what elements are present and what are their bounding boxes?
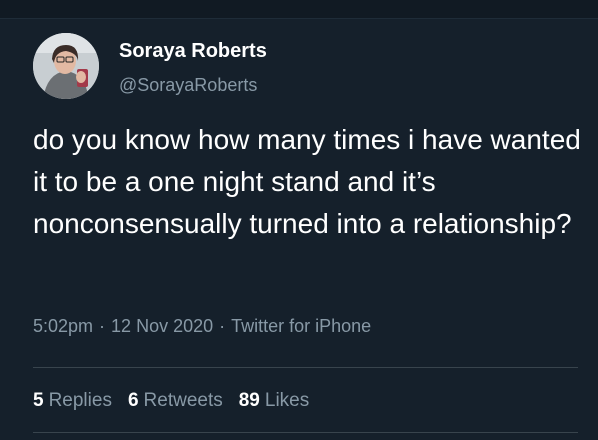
retweets-label: Retweets: [143, 390, 223, 411]
tweet-time[interactable]: 5:02pm: [33, 316, 93, 336]
retweets-count: 6: [127, 390, 139, 411]
replies-label: Replies: [48, 390, 112, 411]
tweet-source-link[interactable]: Twitter for iPhone: [231, 316, 371, 336]
likes-count: 89: [238, 390, 260, 411]
stats-bottom-divider: [33, 432, 578, 433]
tweet-text: do you know how many times i have wanted…: [33, 124, 581, 239]
tweet-date[interactable]: 12 Nov 2020: [111, 316, 213, 336]
tweet-metadata: 5:02pm · 12 Nov 2020 · Twitter for iPhone: [33, 315, 371, 337]
meta-separator: ·: [219, 316, 226, 336]
retweets-stat[interactable]: 6 Retweets: [128, 390, 223, 412]
tweet-card: Soraya Roberts @SorayaRoberts do you kno…: [0, 0, 598, 440]
replies-count: 5: [33, 390, 44, 411]
replies-stat[interactable]: 5 Replies: [33, 390, 112, 412]
stats-top-divider: [33, 367, 578, 368]
likes-label: Likes: [264, 390, 310, 411]
author-name[interactable]: Soraya Roberts: [119, 40, 267, 62]
avatar-image: [33, 33, 99, 99]
engagement-stats: 5 Replies 6 Retweets 89 Likes: [33, 390, 309, 412]
meta-separator: ·: [99, 316, 106, 336]
avatar[interactable]: [33, 33, 99, 99]
author-handle[interactable]: @SorayaRoberts: [119, 75, 257, 95]
top-divider: [0, 0, 598, 19]
likes-stat[interactable]: 89 Likes: [239, 390, 310, 412]
